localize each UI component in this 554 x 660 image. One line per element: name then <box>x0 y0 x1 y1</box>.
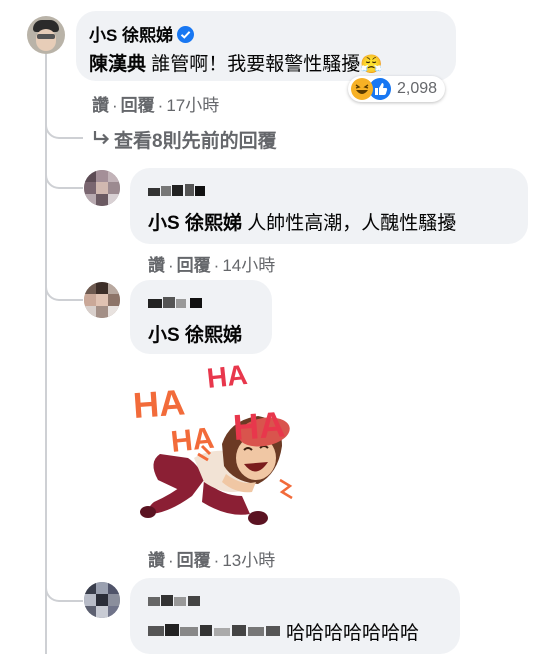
reply-text: 小S 徐熙娣 <box>148 320 242 347</box>
comment-actions: 讚 · 回覆 · 17小時 <box>92 96 220 115</box>
reply-actions: 讚 · 回覆 · 14小時 <box>148 256 276 275</box>
reaction-summary[interactable]: 2,098 <box>348 76 446 102</box>
comment-text: 陳漢典 誰管啊！我要報警性騷擾😤 <box>89 54 383 75</box>
laughing-sticker[interactable]: HA HA HA HA <box>130 359 310 534</box>
sticker-ha-text: HA <box>205 362 248 394</box>
avatar[interactable] <box>84 582 120 618</box>
author-name-redacted[interactable] <box>148 294 204 310</box>
reply-button[interactable]: 回覆 <box>177 256 211 275</box>
reply-text: 哈哈哈哈哈哈哈 <box>286 623 420 644</box>
thread-elbow <box>45 100 83 139</box>
thread-elbow <box>45 560 83 602</box>
timestamp[interactable]: 14小時 <box>222 256 275 275</box>
sticker-ha-text: HA <box>232 403 287 448</box>
reply-button[interactable]: 回覆 <box>177 551 211 570</box>
timestamp[interactable]: 17小時 <box>166 96 219 115</box>
comment-author[interactable]: 小S 徐熙娣 <box>89 21 195 46</box>
reply-bubble: 小S 徐熙娣 人帥性高潮，人醜性騷擾 <box>130 168 528 244</box>
thread-elbow <box>45 260 83 301</box>
sticker-ha-text: HA <box>132 381 187 426</box>
redacted-text <box>148 622 282 640</box>
like-button[interactable]: 讚 <box>92 96 109 115</box>
reply-bubble: 哈哈哈哈哈哈哈 <box>130 578 460 654</box>
reply-actions: 讚 · 回覆 · 13小時 <box>148 551 276 570</box>
view-previous-replies-link[interactable]: 查看8則先前的回覆 <box>92 126 277 153</box>
timestamp[interactable]: 13小時 <box>222 551 275 570</box>
emoji: 😤 <box>360 54 383 74</box>
comment-bubble: 小S 徐熙娣 陳漢典 誰管啊！我要報警性騷擾😤 <box>76 11 456 81</box>
author-name-redacted[interactable] <box>148 182 206 198</box>
avatar[interactable] <box>84 170 120 206</box>
mention-link[interactable]: 陳漢典 <box>89 54 146 75</box>
mention-link[interactable]: 小S 徐熙娣 <box>148 213 242 234</box>
reaction-count: 2,098 <box>397 80 438 97</box>
avatar[interactable] <box>84 282 120 318</box>
avatar[interactable] <box>27 16 65 54</box>
haha-reaction-icon <box>351 78 373 100</box>
sticker-ha-text: HA <box>169 422 216 459</box>
reply-bubble: 小S 徐熙娣 <box>130 280 272 354</box>
like-button[interactable]: 讚 <box>148 551 165 570</box>
reply-text: 小S 徐熙娣 人帥性高潮，人醜性騷擾 <box>148 213 457 234</box>
author-name-redacted[interactable] <box>148 592 202 608</box>
verified-badge-icon <box>177 26 195 43</box>
like-button[interactable]: 讚 <box>148 256 165 275</box>
reply-button[interactable]: 回覆 <box>121 96 155 115</box>
thread-elbow <box>45 150 83 189</box>
mention-link[interactable]: 小S 徐熙娣 <box>148 325 242 346</box>
reply-arrow-icon <box>92 129 114 153</box>
